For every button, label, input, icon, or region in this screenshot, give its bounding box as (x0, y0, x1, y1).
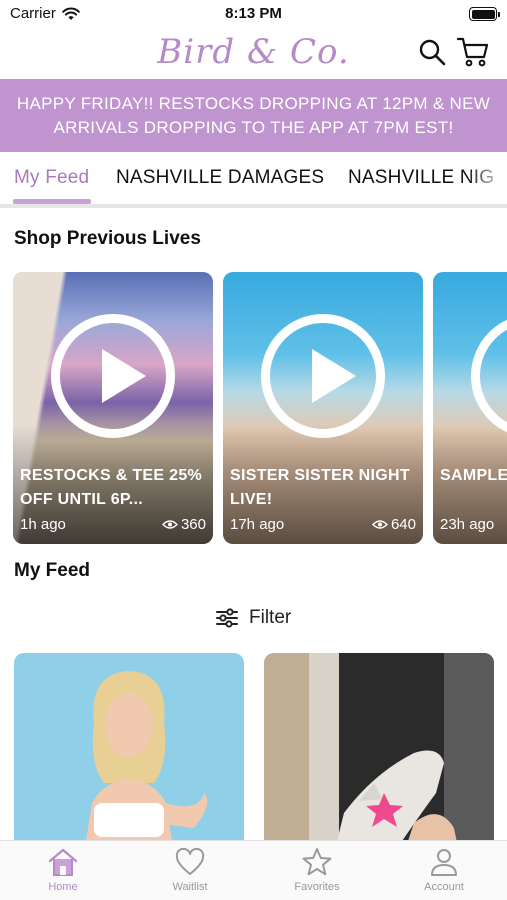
category-tabs: My Feed NASHVILLE DAMAGES NASHVILLE NIG (0, 155, 507, 210)
nav-label: Waitlist (172, 881, 208, 893)
live-title: SISTER SISTER NIGHT LIVE! (230, 467, 410, 508)
promo-banner[interactable]: HAPPY FRIDAY!! RESTOCKS DROPPING AT 12PM… (0, 79, 507, 152)
live-title: SAMPLE SALE!! (440, 467, 507, 484)
person-icon (431, 849, 457, 876)
nav-account[interactable]: Account (384, 847, 504, 893)
live-views-count: 360 (180, 516, 206, 533)
eye-icon (161, 520, 178, 529)
live-time: 1h ago (20, 516, 66, 533)
filter-button[interactable]: Filter (215, 604, 291, 632)
star-icon (302, 848, 332, 876)
sliders-icon (216, 608, 238, 628)
heart-icon (175, 847, 205, 875)
tab-my-feed[interactable]: My Feed (14, 167, 89, 189)
nav-waitlist[interactable]: Waitlist (130, 847, 250, 893)
live-views-count: 640 (390, 516, 416, 533)
nav-label: Favorites (294, 881, 340, 893)
live-time: 23h ago (440, 516, 495, 533)
status-bar: Carrier 8:13 PM (0, 0, 507, 28)
feed-product-card[interactable] (14, 653, 244, 853)
live-views: 360 (161, 516, 206, 533)
search-button[interactable] (418, 38, 446, 66)
app-header: Bird & Co. (0, 28, 507, 78)
nav-home[interactable]: Home (3, 847, 123, 893)
nav-label: Home (48, 881, 78, 893)
live-card[interactable]: SISTER SISTER NIGHT LIVE! 17h ago 640 (223, 272, 423, 544)
live-title: RESTOCKS & TEE 25% OFF UNTIL 6P... (20, 467, 203, 508)
live-views: 640 (371, 516, 416, 533)
live-card[interactable]: RESTOCKS & TEE 25% OFF UNTIL 6P... 1h ag… (13, 272, 213, 544)
filter-label: Filter (249, 607, 292, 628)
play-icon (51, 314, 175, 438)
cart-button[interactable] (456, 36, 490, 68)
lives-carousel[interactable]: RESTOCKS & TEE 25% OFF UNTIL 6P... 1h ag… (0, 272, 507, 544)
live-card[interactable]: SAMPLE SALE!! 23h ago (433, 272, 507, 544)
battery-icon (469, 7, 500, 21)
home-icon (48, 848, 78, 876)
feed-product-card[interactable] (264, 653, 494, 853)
section-title-feed: My Feed (14, 560, 91, 581)
tabs-divider (0, 204, 507, 208)
bottom-nav: Home Waitlist Favorites Account (0, 840, 507, 900)
eye-icon (371, 520, 388, 529)
tabs-fade (467, 155, 507, 203)
status-time: 8:13 PM (225, 5, 282, 22)
promo-banner-text: HAPPY FRIDAY!! RESTOCKS DROPPING AT 12PM… (16, 93, 491, 137)
product-image (14, 653, 244, 853)
play-icon (261, 314, 385, 438)
nav-favorites[interactable]: Favorites (257, 847, 377, 893)
section-title-lives: Shop Previous Lives (14, 228, 201, 249)
search-icon (419, 39, 446, 66)
product-image (264, 653, 494, 853)
tab-nashville-damages[interactable]: NASHVILLE DAMAGES (116, 167, 324, 189)
nav-label: Account (424, 881, 464, 893)
live-time: 17h ago (230, 516, 285, 533)
cart-icon (456, 37, 489, 67)
